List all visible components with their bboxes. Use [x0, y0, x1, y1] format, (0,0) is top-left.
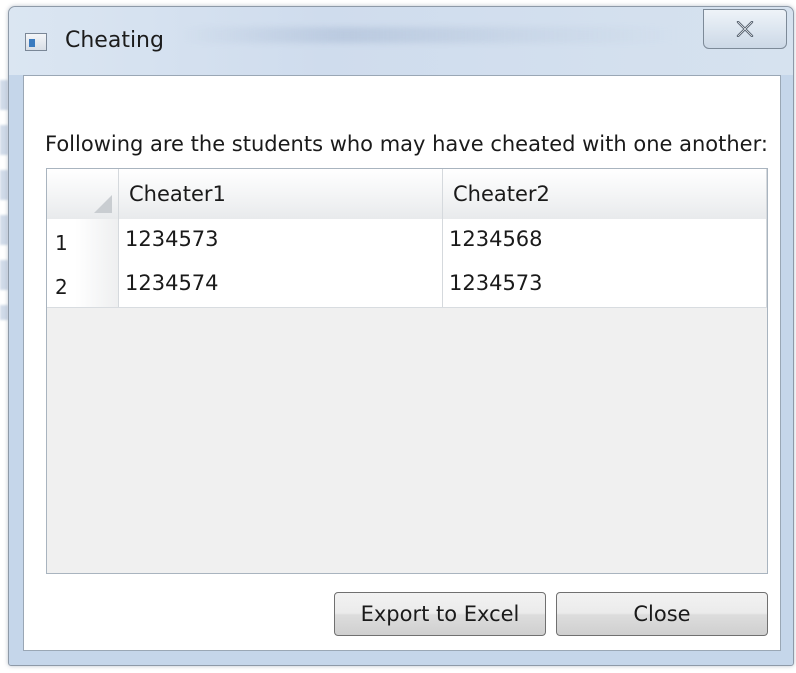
window-close-button[interactable]: [703, 9, 787, 49]
table-cell[interactable]: 1234568: [443, 219, 767, 263]
table-cell[interactable]: 1234573: [119, 219, 443, 263]
table-row[interactable]: 1 1234573 1234568: [47, 219, 767, 264]
window-title: Cheating: [65, 28, 164, 53]
column-header-cheater2[interactable]: Cheater2: [443, 169, 767, 219]
table-cell[interactable]: 1234574: [119, 263, 443, 307]
row-number: 2: [55, 275, 68, 299]
column-header-cheater1[interactable]: Cheater1: [119, 169, 443, 219]
prompt-text: Following are the students who may have …: [45, 132, 768, 156]
window-app-icon: [25, 33, 47, 51]
table-row[interactable]: 2 1234574 1234573: [47, 263, 767, 308]
close-button[interactable]: Close: [556, 592, 768, 636]
row-number: 1: [55, 231, 68, 255]
export-to-excel-button[interactable]: Export to Excel: [334, 592, 546, 636]
cheaters-data-grid[interactable]: Cheater1 Cheater2 1 1234573 1234568 2 12…: [46, 168, 768, 574]
background-window-edge: [0, 80, 8, 320]
select-all-corner[interactable]: [47, 169, 119, 219]
title-bar[interactable]: Cheating: [9, 7, 793, 75]
close-icon: [736, 21, 754, 37]
cheating-dialog: Cheating Following are the students who …: [8, 6, 794, 666]
dialog-content: Following are the students who may have …: [23, 75, 781, 651]
table-cell[interactable]: 1234573: [443, 263, 767, 307]
grid-header-row: Cheater1 Cheater2: [47, 169, 767, 220]
select-all-triangle-icon: [94, 195, 112, 213]
row-header[interactable]: 1: [47, 219, 119, 263]
row-header[interactable]: 2: [47, 263, 119, 307]
blurred-title-area: [179, 27, 679, 43]
